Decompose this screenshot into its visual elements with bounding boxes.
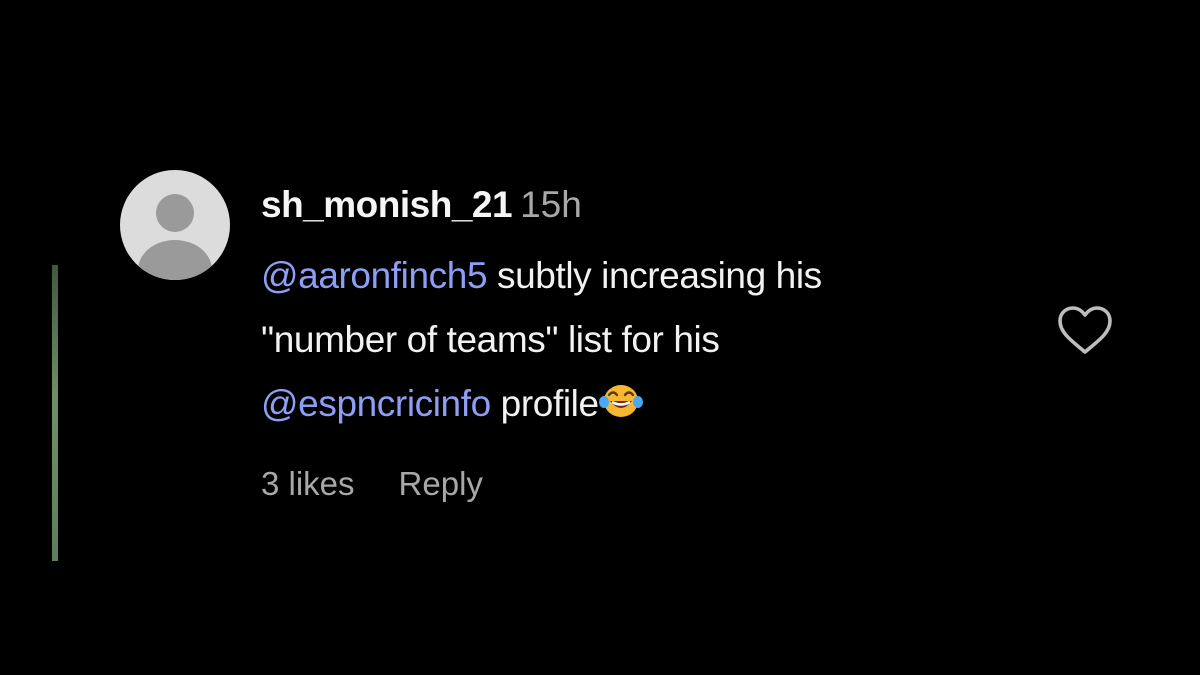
username-link[interactable]: sh_monish_21 (261, 184, 513, 225)
heart-icon (1058, 306, 1112, 354)
likes-count-button[interactable]: 3 likes (261, 465, 355, 502)
comment-header: sh_monish_21 15h (261, 180, 582, 230)
comment-text-line-2: "number of teams" list for his (261, 319, 720, 360)
avatar-body (138, 240, 212, 280)
face-with-tears-of-joy-icon (598, 376, 643, 417)
comment-text-line-3: profile (490, 383, 599, 424)
mention-link-espncricinfo[interactable]: @espncricinfo (261, 383, 491, 424)
timestamp: 15h (520, 184, 582, 225)
comment-actions: 3 likes Reply (261, 462, 483, 506)
mention-link-aaronfinch5[interactable]: @aaronfinch5 (261, 255, 488, 296)
like-button[interactable] (1056, 305, 1114, 357)
comment-text-line-1: subtly increasing his (487, 255, 822, 296)
thread-line (52, 265, 58, 561)
avatar-head (156, 194, 194, 232)
reply-button[interactable]: Reply (399, 465, 483, 502)
comment-text: @aaronfinch5 subtly increasing his "numb… (261, 244, 1051, 436)
avatar[interactable] (120, 170, 230, 280)
